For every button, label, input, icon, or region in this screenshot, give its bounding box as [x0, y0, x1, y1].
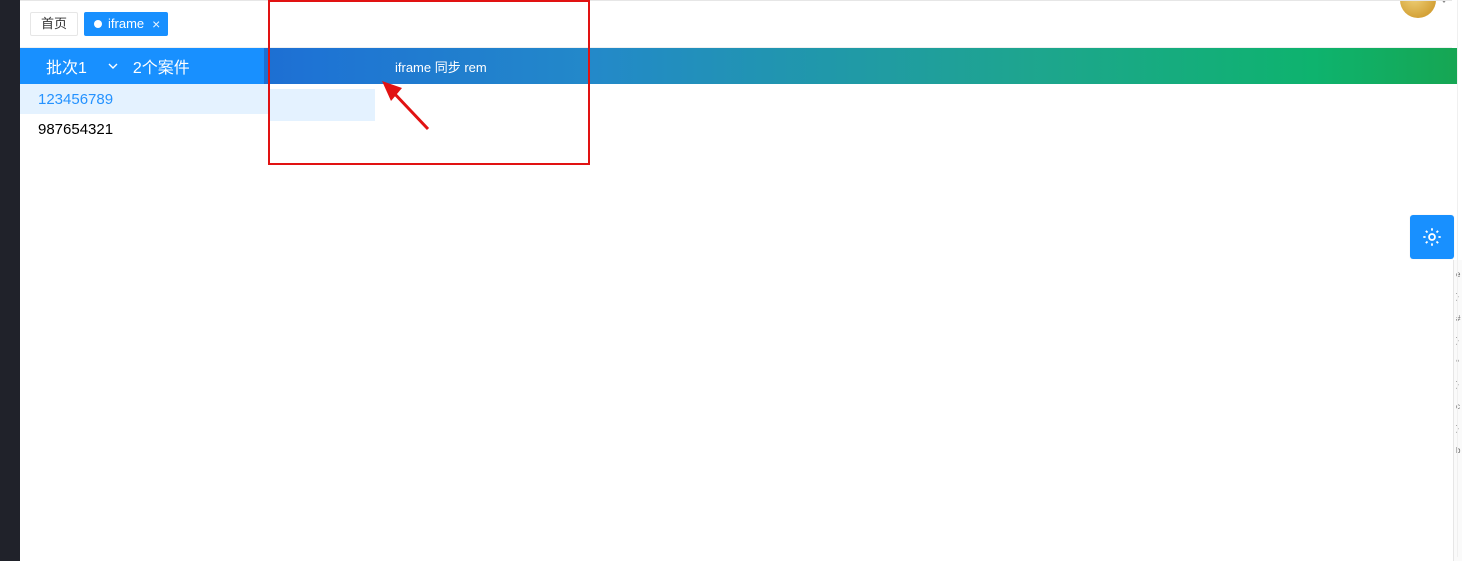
tab-close-icon[interactable]: ×: [152, 17, 160, 31]
gear-icon: [1421, 226, 1443, 248]
list-item[interactable]: 123456789: [20, 84, 268, 114]
code-fragment: b: [1454, 440, 1462, 462]
sub-header: 批次1 2个案件 iframe 同步 rem: [20, 48, 1458, 84]
tab-home-label: 首页: [41, 13, 67, 35]
tab-iframe-label: iframe: [108, 12, 144, 36]
case-id: 987654321: [38, 121, 113, 138]
tab-iframe[interactable]: iframe ×: [84, 12, 168, 36]
content-area: 123456789 987654321: [20, 84, 1462, 561]
code-fragment: }: [1454, 374, 1462, 396]
selected-row-extension: [268, 89, 375, 121]
code-fragment: *: [1454, 352, 1462, 374]
chevron-down-icon: [107, 60, 119, 72]
case-id: 123456789: [38, 91, 113, 108]
tab-home[interactable]: 首页: [30, 12, 78, 36]
case-count: 2个案件: [133, 54, 190, 78]
settings-button[interactable]: [1410, 215, 1454, 259]
batch-label: 批次1: [46, 54, 87, 78]
code-fragment: }: [1454, 418, 1462, 440]
app-root: 首页 iframe × 批次1 2个案件 iframe 同步 rem 12345…: [0, 0, 1462, 561]
batch-selector[interactable]: 批次1 2个案件: [20, 48, 264, 84]
case-list: 123456789 987654321: [20, 84, 268, 144]
code-fragment: }: [1454, 286, 1462, 308]
code-fragment: #: [1454, 308, 1462, 330]
tab-status-dot-icon: [94, 20, 102, 28]
tab-bar: 首页 iframe ×: [20, 0, 1452, 48]
divider: [1457, 0, 1458, 557]
collapsed-nav[interactable]: [0, 0, 20, 561]
code-fragment: c: [1454, 396, 1462, 418]
list-item[interactable]: 987654321: [20, 114, 268, 144]
code-fragment: e: [1454, 264, 1462, 286]
code-fragment: }: [1454, 330, 1462, 352]
